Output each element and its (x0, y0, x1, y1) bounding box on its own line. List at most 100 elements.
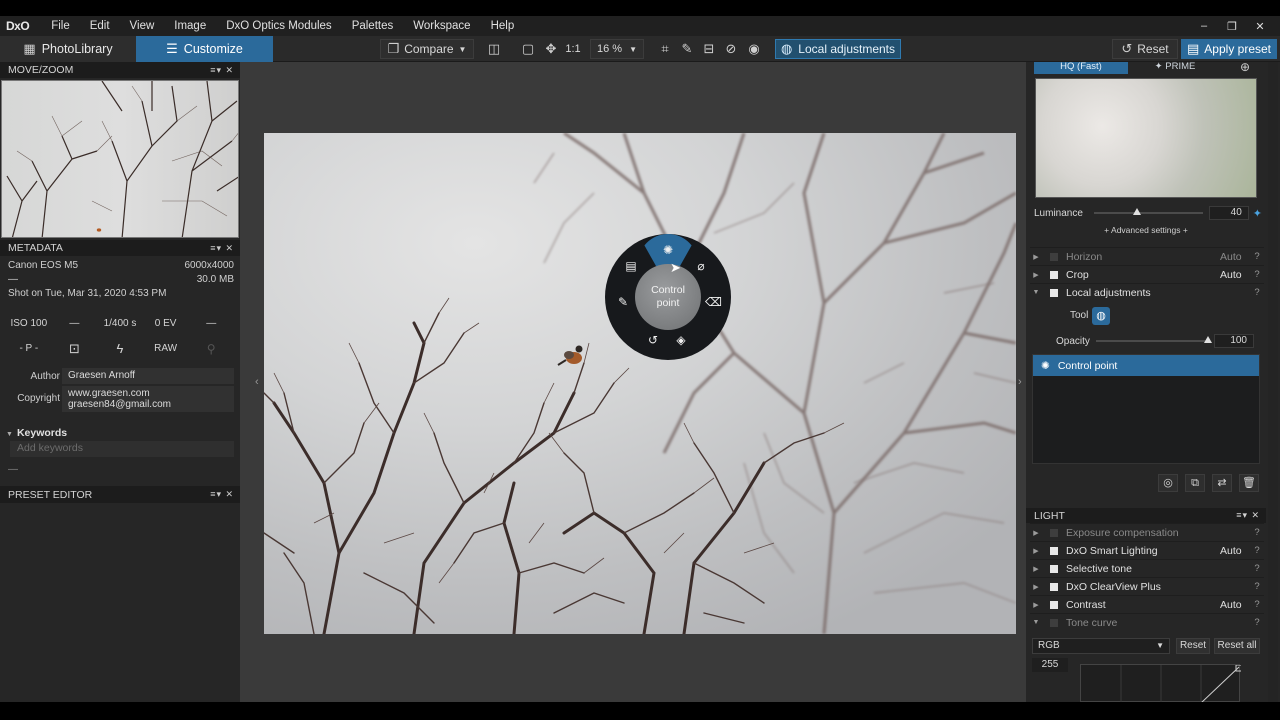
luminance-slider[interactable] (1093, 208, 1203, 215)
keywords-section[interactable]: ▼ Keywords (6, 427, 67, 439)
horizon-checkbox[interactable] (1050, 252, 1058, 261)
curve-reset-button[interactable]: Reset (1176, 638, 1210, 654)
delete-button[interactable]: 🗑 (1239, 474, 1259, 492)
curve-reset-all-button[interactable]: Reset all (1214, 638, 1260, 654)
panel-menu-close-icon[interactable]: ≡▾ ✕ (210, 65, 234, 76)
magic-wand-icon[interactable]: ✦ (1253, 207, 1262, 220)
tab-prime[interactable]: ✦ PRIME (1128, 62, 1222, 74)
minimize-button[interactable]: – (1190, 20, 1218, 32)
menu-image[interactable]: Image (164, 16, 216, 36)
help-icon[interactable]: ? (1250, 287, 1264, 298)
palette-row-local-adjustments[interactable]: ▼ Local adjustments ? (1030, 283, 1264, 301)
collapse-right-icon[interactable]: › (1018, 376, 1022, 388)
invert-button[interactable]: ⇄ (1212, 474, 1232, 492)
help-icon[interactable]: ? (1250, 269, 1264, 280)
palette-row-crop[interactable]: ▶ Crop Auto ? (1030, 265, 1264, 283)
opacity-value[interactable]: 100 (1214, 334, 1254, 348)
clearview-label: DxO ClearView Plus (1066, 580, 1161, 593)
compare-button[interactable]: ❐ Compare ▼ (380, 39, 474, 59)
palette-row-horizon[interactable]: ▶ Horizon Auto ? (1030, 247, 1264, 265)
panel-menu-close-icon[interactable]: ≡▾ ✕ (1236, 510, 1260, 521)
duplicate-button[interactable]: ⧉ (1185, 474, 1205, 492)
eraser-icon[interactable]: ⌫ (705, 294, 722, 310)
tone-curve-checkbox[interactable] (1050, 618, 1058, 627)
layers-icon[interactable]: ◈ (673, 332, 689, 348)
menu-palettes[interactable]: Palettes (342, 16, 404, 36)
image-viewer[interactable]: ‹ › ✺ ▤ ⌀ ✎ ⌫ ↺ ◈ Control point ➤ (240, 62, 1026, 702)
palette-row-selective-tone[interactable]: ▶ Selective tone ? (1030, 559, 1264, 577)
palette-row-smart-lighting[interactable]: ▶ DxO Smart Lighting Auto ? (1030, 541, 1264, 559)
palette-row-tone-curve[interactable]: ▼ Tone curve ? (1030, 613, 1264, 631)
target-icon[interactable]: ⊕ (1240, 60, 1250, 74)
main-photo[interactable] (264, 133, 1016, 634)
opacity-slider[interactable] (1096, 336, 1212, 343)
help-icon[interactable]: ? (1250, 581, 1264, 592)
crop-checkbox[interactable] (1050, 270, 1058, 279)
help-icon[interactable]: ? (1250, 599, 1264, 610)
tone-curve-graph[interactable] (1080, 664, 1243, 704)
local-adjustments-checkbox[interactable] (1050, 288, 1058, 297)
show-mask-button[interactable]: ◎ (1158, 474, 1178, 492)
auto-mask-icon[interactable]: ⌀ (693, 258, 709, 274)
advanced-settings-link[interactable]: + Advanced settings + (1026, 225, 1266, 235)
smart-lighting-checkbox[interactable] (1050, 546, 1058, 555)
graduated-filter-icon[interactable]: ▤ (623, 258, 639, 274)
move-button[interactable]: ✥ (541, 39, 561, 59)
tab-customize[interactable]: ☰ Customize (136, 36, 273, 62)
opacity-knob[interactable] (1204, 336, 1212, 343)
preview-toggle-button[interactable]: ◉ (743, 39, 765, 59)
luminance-knob[interactable] (1133, 208, 1142, 215)
menu-edit[interactable]: Edit (80, 16, 120, 36)
help-icon[interactable]: ? (1250, 527, 1264, 538)
keywords-input[interactable]: Add keywords (10, 441, 234, 457)
brush-icon[interactable]: ✎ (615, 294, 631, 310)
exposure-checkbox[interactable] (1050, 528, 1058, 537)
curve-input-value[interactable]: 255 (1032, 658, 1068, 672)
apply-preset-button[interactable]: ▤ Apply preset (1181, 39, 1277, 59)
luminance-value[interactable]: 40 (1208, 206, 1249, 220)
collapse-left-icon[interactable]: ‹ (255, 376, 259, 388)
zoom-100-button[interactable]: 1:1 (563, 39, 583, 59)
help-icon[interactable]: ? (1250, 251, 1264, 262)
menu-workspace[interactable]: Workspace (403, 16, 480, 36)
control-point-item[interactable]: ✺ Control point (1033, 355, 1259, 376)
channel-select[interactable]: RGB ▼ (1032, 638, 1170, 654)
split-view-button[interactable]: ◫ (484, 39, 504, 59)
tab-hq-fast[interactable]: HQ (Fast) (1034, 62, 1128, 74)
menu-optics-modules[interactable]: DxO Optics Modules (216, 16, 341, 36)
help-icon[interactable]: ? (1250, 545, 1264, 556)
menu-file[interactable]: File (41, 16, 80, 36)
tool-control-point-button[interactable]: ◍ (1092, 307, 1110, 325)
palette-row-contrast[interactable]: ▶ Contrast Auto ? (1030, 595, 1264, 613)
menu-view[interactable]: View (120, 16, 165, 36)
repair-tool-button[interactable]: ⊘ (721, 39, 741, 59)
maximize-button[interactable]: ❐ (1218, 20, 1246, 33)
zoom-select[interactable]: 16 % ▼ (590, 39, 644, 59)
eyedropper-button[interactable]: ✎ (677, 39, 697, 59)
navigator-thumbnail[interactable] (1, 80, 239, 238)
reset-button[interactable]: ↺ Reset (1112, 39, 1178, 59)
undo-icon[interactable]: ↺ (645, 332, 661, 348)
panel-menu-close-icon[interactable]: ≡▾ ✕ (210, 243, 234, 254)
crop-tool-button[interactable]: ⌗ (655, 39, 675, 59)
palette-row-exposure[interactable]: ▶ Exposure compensation ? (1030, 523, 1264, 541)
tab-photolibrary[interactable]: ▦ PhotoLibrary (0, 36, 136, 62)
help-icon[interactable]: ? (1250, 563, 1264, 574)
right-panel-scrollbar[interactable] (1268, 62, 1278, 702)
help-icon[interactable]: ? (1250, 617, 1264, 628)
control-point-icon[interactable]: ✺ (660, 242, 676, 258)
menu-help[interactable]: Help (481, 16, 525, 36)
clearview-checkbox[interactable] (1050, 582, 1058, 591)
fit-screen-button[interactable]: ▢ (518, 39, 538, 59)
author-field[interactable]: Graesen Arnoff (62, 368, 234, 384)
noise-preview[interactable] (1035, 78, 1257, 198)
selective-tone-label: Selective tone (1066, 562, 1132, 575)
palette-row-clearview[interactable]: ▶ DxO ClearView Plus ? (1030, 577, 1264, 595)
copyright-field[interactable]: www.graesen.com graesen84@gmail.com (62, 386, 234, 412)
selective-tone-checkbox[interactable] (1050, 564, 1058, 573)
contrast-checkbox[interactable] (1050, 600, 1058, 609)
horizon-tool-button[interactable]: ⊟ (699, 39, 719, 59)
panel-menu-close-icon[interactable]: ≡▾ ✕ (210, 489, 234, 500)
close-button[interactable]: ✕ (1246, 20, 1274, 33)
local-adjustments-button[interactable]: ◍ Local adjustments (775, 39, 901, 59)
